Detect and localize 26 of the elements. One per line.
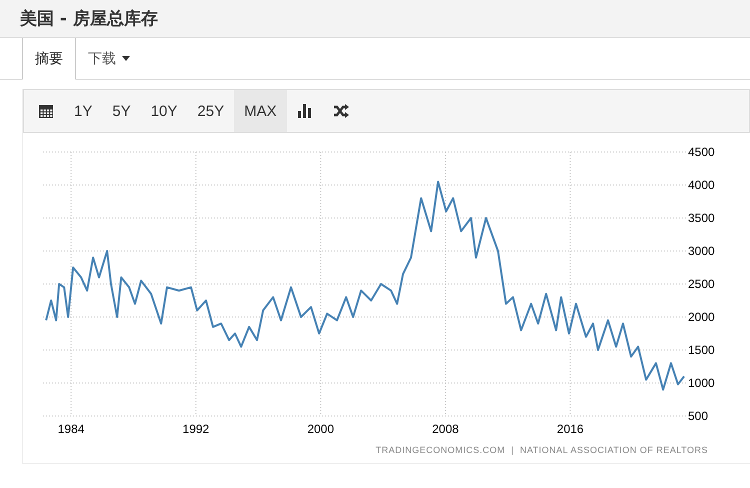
x-axis-label: 2016: [556, 422, 584, 436]
x-axis-label: 2008: [432, 422, 459, 436]
shuffle-icon[interactable]: [332, 103, 349, 119]
y-axis-label: 1000: [688, 376, 715, 390]
y-axis-label: 2500: [688, 277, 715, 291]
y-axis-label: 4500: [688, 145, 715, 159]
chart-source: TRADINGECONOMICS.COM | NATIONAL ASSOCIATION OF REALTORS: [374, 444, 709, 457]
y-axis-label: 3000: [688, 244, 715, 258]
y-axis-label: 4000: [688, 178, 715, 192]
calendar-icon[interactable]: [38, 103, 54, 119]
page-title: 美国 - 房屋总库存: [20, 8, 158, 30]
x-axis-label: 2000: [307, 422, 334, 436]
y-axis-label: 500: [688, 409, 708, 423]
caret-icon: [122, 56, 130, 61]
y-axis-label: 1500: [688, 343, 715, 357]
range-button[interactable]: 10Y: [140, 90, 188, 132]
tab[interactable]: 摘要: [22, 38, 76, 80]
y-axis-label: 3500: [688, 211, 715, 225]
x-axis-label: 1984: [58, 422, 84, 436]
range-button[interactable]: 1Y: [64, 90, 102, 132]
bar-chart-icon[interactable]: [296, 103, 313, 119]
range-button[interactable]: MAX: [234, 90, 287, 132]
x-axis-label: 1992: [182, 422, 210, 436]
range-button[interactable]: 5Y: [102, 90, 141, 132]
y-axis-label: 2000: [688, 310, 715, 324]
range-button[interactable]: 25Y: [187, 90, 234, 132]
